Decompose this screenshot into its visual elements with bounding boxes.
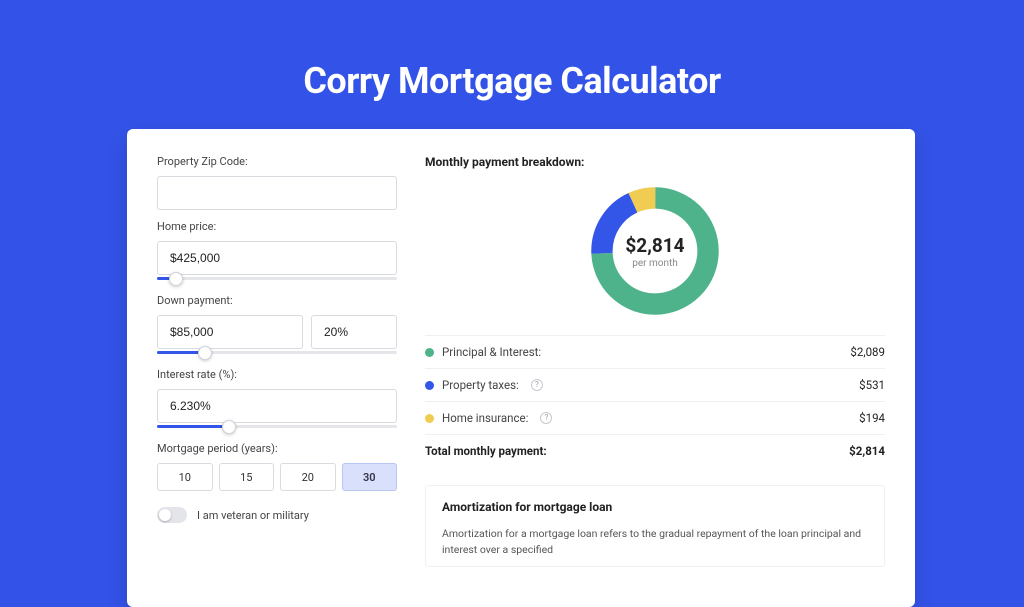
period-field: Mortgage period (years): 10 15 20 30 bbox=[157, 442, 397, 491]
down-payment-slider-thumb[interactable] bbox=[198, 346, 212, 360]
home-price-label: Home price: bbox=[157, 220, 397, 233]
veteran-toggle[interactable] bbox=[157, 507, 187, 523]
legend-value: $531 bbox=[859, 378, 885, 392]
donut-center-amount: $2,814 bbox=[625, 234, 684, 257]
period-option-10[interactable]: 10 bbox=[157, 463, 213, 491]
interest-rate-slider[interactable] bbox=[157, 425, 397, 428]
legend-dot bbox=[425, 348, 434, 357]
down-payment-amount-input[interactable] bbox=[157, 315, 303, 349]
legend-dot bbox=[425, 381, 434, 390]
down-payment-field: Down payment: bbox=[157, 294, 397, 354]
home-price-input[interactable] bbox=[157, 241, 397, 275]
legend-row: Principal & Interest: $2,089 bbox=[425, 335, 885, 368]
period-option-20[interactable]: 20 bbox=[280, 463, 336, 491]
calculator-card: Property Zip Code: Home price: Down paym… bbox=[127, 129, 915, 607]
down-payment-percent-input[interactable] bbox=[311, 315, 397, 349]
help-icon[interactable]: ? bbox=[531, 379, 543, 391]
interest-rate-slider-thumb[interactable] bbox=[222, 420, 236, 434]
veteran-row: I am veteran or military bbox=[157, 507, 397, 523]
period-option-15[interactable]: 15 bbox=[219, 463, 275, 491]
legend-label: Home insurance: bbox=[442, 411, 528, 425]
form-column: Property Zip Code: Home price: Down paym… bbox=[157, 155, 397, 567]
home-price-slider[interactable] bbox=[157, 277, 397, 280]
legend-dot bbox=[425, 414, 434, 423]
legend-value: $2,089 bbox=[850, 345, 885, 359]
zip-field: Property Zip Code: bbox=[157, 155, 397, 210]
interest-rate-input[interactable] bbox=[157, 389, 397, 423]
legend-total-value: $2,814 bbox=[849, 444, 885, 458]
veteran-toggle-knob bbox=[159, 509, 171, 521]
breakdown-column: Monthly payment breakdown: $2,814 per mo… bbox=[425, 155, 885, 567]
interest-rate-field: Interest rate (%): bbox=[157, 368, 397, 428]
period-label: Mortgage period (years): bbox=[157, 442, 397, 455]
donut-center-sub: per month bbox=[632, 258, 678, 269]
legend-row: Property taxes:? $531 bbox=[425, 368, 885, 401]
help-icon[interactable]: ? bbox=[540, 412, 552, 424]
legend-row: Home insurance:? $194 bbox=[425, 401, 885, 434]
zip-input[interactable] bbox=[157, 176, 397, 210]
home-price-field: Home price: bbox=[157, 220, 397, 280]
page-title: Corry Mortgage Calculator bbox=[0, 0, 1024, 102]
legend-total-label: Total monthly payment: bbox=[425, 444, 547, 458]
legend-value: $194 bbox=[859, 411, 885, 425]
legend-rows: Principal & Interest: $2,089 Property taxe… bbox=[425, 335, 885, 434]
home-price-slider-thumb[interactable] bbox=[169, 272, 183, 286]
amortization-body: Amortization for a mortgage loan refers … bbox=[442, 526, 868, 558]
donut-chart-area: $2,814 per month bbox=[425, 181, 885, 321]
legend-label: Principal & Interest: bbox=[442, 345, 541, 359]
down-payment-label: Down payment: bbox=[157, 294, 397, 307]
legend-total-row: Total monthly payment: $2,814 bbox=[425, 434, 885, 467]
interest-rate-label: Interest rate (%): bbox=[157, 368, 397, 381]
amortization-section: Amortization for mortgage loan Amortizat… bbox=[425, 485, 885, 567]
down-payment-slider[interactable] bbox=[157, 351, 397, 354]
legend-label: Property taxes: bbox=[442, 378, 519, 392]
zip-label: Property Zip Code: bbox=[157, 155, 397, 168]
period-option-30[interactable]: 30 bbox=[342, 463, 398, 491]
veteran-label: I am veteran or military bbox=[197, 509, 309, 522]
breakdown-heading: Monthly payment breakdown: bbox=[425, 155, 885, 169]
